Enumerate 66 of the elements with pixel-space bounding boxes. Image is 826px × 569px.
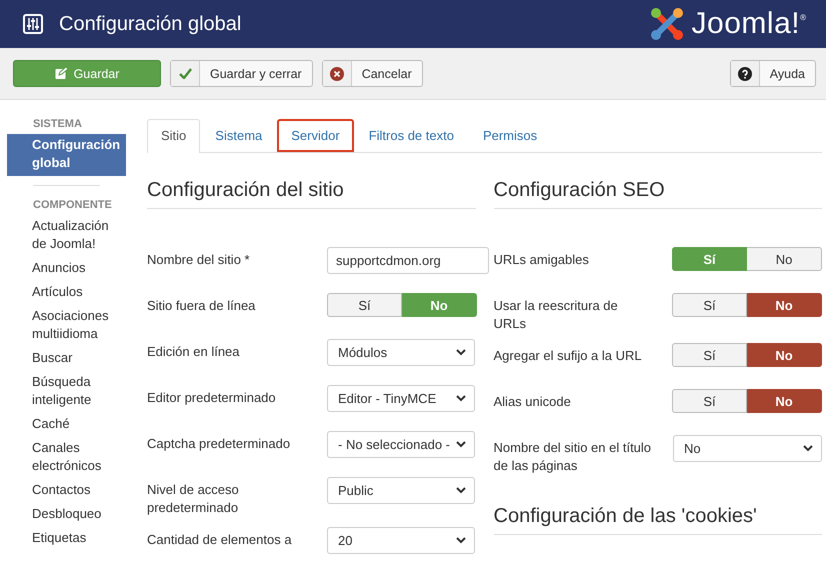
toggle-option[interactable]: No bbox=[747, 389, 822, 413]
dropdown[interactable]: Módulos bbox=[327, 339, 475, 366]
sidebar-item[interactable]: Desbloqueo bbox=[7, 503, 126, 527]
section-heading: Configuración SEO bbox=[494, 179, 822, 209]
dropdown[interactable]: 20 bbox=[327, 527, 475, 554]
dropdown[interactable]: Editor - TinyMCE bbox=[327, 385, 475, 412]
section-heading: Configuración del sitio bbox=[147, 179, 476, 209]
toggle-option[interactable]: Sí bbox=[672, 389, 747, 413]
tab[interactable]: Filtros de texto bbox=[354, 119, 468, 152]
section-heading: Configuración de las 'cookies' bbox=[494, 505, 822, 535]
field-label: Usar la reescritura de URLs bbox=[494, 297, 619, 333]
sidebar-item[interactable]: Etiquetas bbox=[7, 527, 126, 551]
field-label: Edición en línea bbox=[147, 343, 241, 361]
field-label: Captcha predeterminado bbox=[147, 435, 292, 453]
field-label: Nombre del sitio * bbox=[147, 251, 251, 269]
sidebar-item[interactable]: Caché bbox=[7, 413, 126, 437]
caret-icon bbox=[456, 349, 466, 356]
sidebar-item[interactable]: Búsqueda inteligente bbox=[7, 371, 126, 413]
toggle-option[interactable]: No bbox=[747, 343, 822, 367]
caret-icon bbox=[456, 537, 466, 544]
sidebar-item[interactable]: Artículos bbox=[7, 281, 126, 305]
caret-icon bbox=[456, 487, 466, 494]
toggle-option[interactable]: No bbox=[747, 293, 822, 317]
dropdown[interactable]: Public bbox=[327, 477, 475, 504]
field-label: Editor predeterminado bbox=[147, 389, 277, 407]
toggle-option[interactable]: No bbox=[747, 247, 822, 271]
toggle-option[interactable]: Sí bbox=[672, 293, 747, 317]
save-close-button[interactable]: Guardar y cerrar bbox=[170, 60, 313, 87]
sidebar-item[interactable]: Actualización de Joomla! bbox=[7, 215, 126, 257]
sidebar-item[interactable]: Contactos bbox=[7, 479, 126, 503]
field-label: Sitio fuera de línea bbox=[147, 297, 256, 315]
caret-icon bbox=[803, 445, 813, 452]
field-label: Cantidad de elementos a bbox=[147, 531, 293, 549]
sidebar-item[interactable]: Anuncios bbox=[7, 257, 126, 281]
field-label: Agregar el sufijo a la URL bbox=[494, 347, 643, 365]
sidebar-item[interactable]: Asociaciones multiidioma bbox=[7, 305, 126, 347]
section-heading: COMPONENTE bbox=[32, 199, 113, 211]
field-label: Alias unicode bbox=[494, 393, 572, 411]
edit-icon bbox=[54, 67, 68, 80]
caret-icon bbox=[456, 395, 466, 402]
dropdown[interactable]: - No seleccionado - bbox=[327, 431, 475, 458]
tab[interactable]: Permisos bbox=[468, 119, 552, 152]
cancel-button[interactable]: Cancelar bbox=[322, 60, 423, 87]
sidebar-item[interactable]: Canales electrónicos bbox=[7, 437, 126, 479]
toggle-option[interactable]: Sí bbox=[672, 343, 747, 367]
text-field[interactable]: supportcdmon.org bbox=[327, 247, 489, 274]
section-heading: SISTEMA bbox=[32, 118, 83, 130]
tab[interactable]: Sitio bbox=[147, 119, 200, 153]
registered-mark: ® bbox=[800, 13, 806, 22]
check-icon bbox=[178, 68, 192, 79]
page-title: Configuración global bbox=[59, 12, 242, 36]
cancel-icon bbox=[330, 66, 344, 80]
caret-icon bbox=[456, 441, 466, 448]
sidebar-item[interactable]: Buscar bbox=[7, 347, 126, 371]
dropdown[interactable]: No bbox=[673, 435, 822, 462]
sliders-icon bbox=[23, 14, 43, 34]
logo-wordmark: Joomla! bbox=[692, 7, 800, 41]
tab[interactable]: Sistema bbox=[201, 119, 276, 152]
field-label: Nivel de acceso predeterminado bbox=[147, 481, 240, 517]
tab[interactable]: Servidor bbox=[277, 119, 354, 152]
toggle-option[interactable]: Sí bbox=[327, 293, 402, 317]
help-icon bbox=[738, 66, 752, 80]
field-label: URLs amigables bbox=[494, 251, 590, 269]
field-label: Nombre del sitio en el título de las páginas bbox=[494, 439, 652, 475]
help-button[interactable]: Ayuda bbox=[730, 60, 816, 87]
sidebar-item[interactable]: Configuración global bbox=[7, 134, 126, 176]
